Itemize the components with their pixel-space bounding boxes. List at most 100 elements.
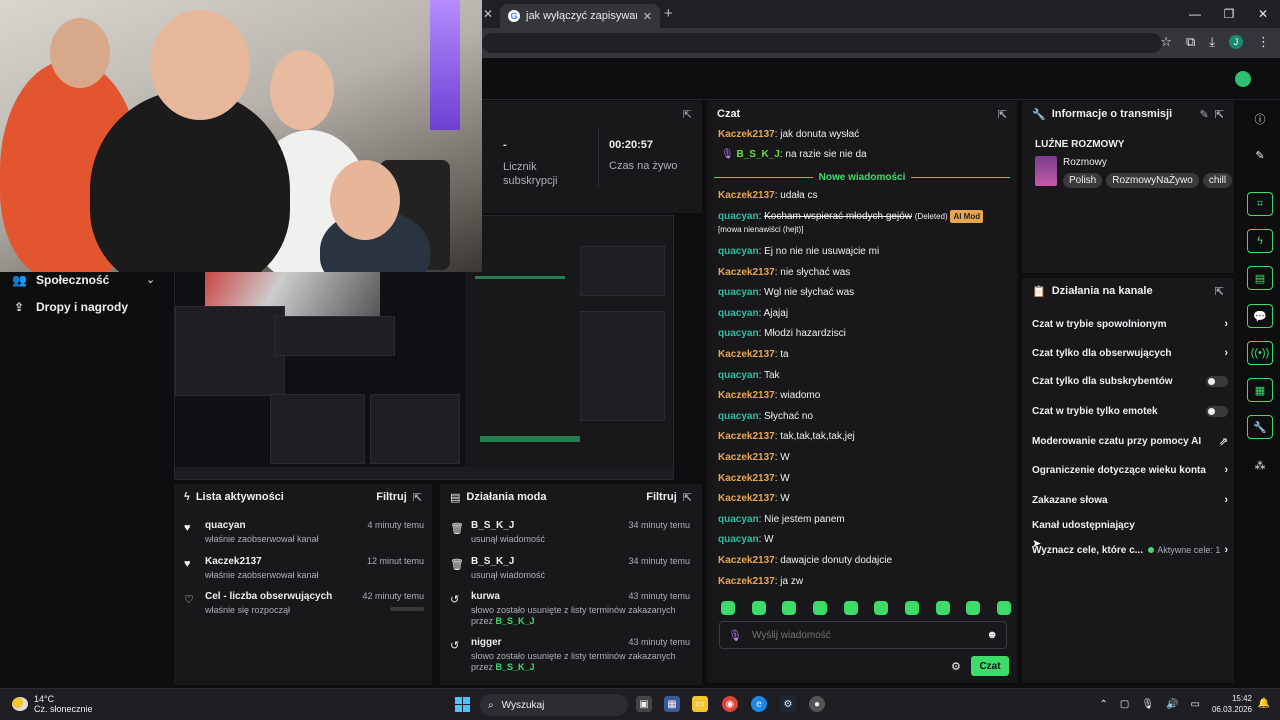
new-tab-button[interactable]: + [664,5,673,22]
emote-icon[interactable] [996,601,1011,615]
channel-action-row[interactable]: Czat w trybie tylko emotek [1032,406,1228,417]
tag-pill[interactable]: RozmowyNaŻywo [1106,173,1199,188]
taskbar-search[interactable]: ⌕ Wyszukaj [480,694,628,716]
chat-username[interactable]: Kaczek2137 [718,267,775,278]
chrome-icon[interactable]: ◉ [722,696,738,712]
chevron-up-icon[interactable]: ⌃ [1100,699,1108,710]
profile-avatar[interactable]: J [1229,35,1243,49]
chevron-down-icon[interactable]: ⌄ [146,273,155,286]
address-bar[interactable] [482,33,1162,53]
emote-icon[interactable] [812,601,827,615]
bookmark-star-icon[interactable]: ☆ [1160,34,1172,50]
popout-icon[interactable]: ⇱ [1215,285,1224,298]
user-avatar[interactable] [1233,69,1253,89]
obs-icon[interactable]: ● [809,696,825,712]
nav-item-community[interactable]: 👥 Społeczność [12,273,109,287]
pencil-icon[interactable]: ✎ [1247,143,1273,167]
emote-icon[interactable] [874,601,889,615]
gear-icon[interactable]: ⚙ [951,660,961,673]
chat-username[interactable]: Kaczek2137 [718,390,775,401]
channel-action-row[interactable]: Czat tylko dla obserwujących › [1032,347,1228,359]
task-view-icon[interactable]: ▣ [636,696,652,712]
close-tab-icon[interactable]: ✕ [643,10,652,23]
edit-icon[interactable]: ✎ [1200,108,1209,121]
toggle-switch[interactable] [1206,376,1228,387]
store-icon[interactable]: ▦ [664,696,680,712]
channel-action-row[interactable]: Moderowanie czatu przy pomocy AI ⇗ [1032,435,1228,448]
file-explorer-icon[interactable]: ▭ [692,696,708,712]
steam-icon[interactable]: ⚙ [780,696,796,712]
clip-icon[interactable]: ⌗ [1247,192,1273,216]
emote-icon[interactable] [935,601,950,615]
emote-icon[interactable] [751,601,766,615]
info-icon[interactable]: ⓘ [1247,107,1273,131]
microphone-icon[interactable]: 🎙 [1141,699,1154,710]
popout-icon[interactable]: ⇱ [683,491,692,504]
chat-username[interactable]: quacyan [718,514,759,525]
microphone-icon[interactable]: 🎙 [728,629,742,642]
nav-item-drops[interactable]: ⇪ Dropy i nagrody [12,300,128,314]
category-name[interactable]: Rozmowy [1063,157,1107,168]
minimize-button[interactable]: — [1178,0,1212,28]
close-window-button[interactable]: ✕ [1246,0,1280,28]
lightning-icon[interactable]: ϟ [1247,229,1273,253]
chat-username[interactable]: Kaczek2137 [718,349,775,360]
chat-input[interactable] [751,629,977,641]
tag-pill[interactable]: Polish [1063,173,1103,188]
battery-icon[interactable]: ▭ [1191,699,1200,710]
chat-username[interactable]: quacyan [718,308,759,319]
chat-username[interactable]: Kaczek2137 [718,473,775,484]
filter-button[interactable]: Filtruj [646,491,677,503]
close-tab-icon[interactable]: ✕ [483,7,493,21]
chat-send-button[interactable]: Czat [971,656,1009,676]
popout-icon[interactable]: ⇱ [683,108,692,121]
extensions-icon[interactable]: ⧉ [1186,34,1195,50]
channel-action-row[interactable]: Ograniczenie dotyczące wieku konta › [1032,464,1228,476]
chat-username[interactable]: quacyan [718,411,759,422]
menu-dots-icon[interactable]: ⋮ [1257,34,1270,50]
chat-username[interactable]: B_S_K_J [736,149,779,160]
popout-icon[interactable]: ⇱ [1215,108,1224,121]
filter-button[interactable]: Filtruj [376,491,407,503]
layout-icon[interactable]: ▦ [1247,378,1273,402]
channel-action-row[interactable]: Kanał udostępniający [1032,520,1228,531]
chat-bubble-icon[interactable]: 💬 [1247,304,1273,328]
channel-action-row[interactable]: Czat w trybie spowolnionym › [1032,318,1228,330]
chat-username[interactable]: quacyan [718,287,759,298]
chat-username[interactable]: quacyan [718,328,759,339]
emote-icon[interactable] [843,601,858,615]
edge-icon[interactable]: e [751,696,767,712]
emote-icon[interactable] [721,601,735,615]
emote-icon[interactable] [966,601,981,615]
tray-app-icon[interactable]: ▢ [1120,699,1129,710]
chat-username[interactable]: Kaczek2137 [718,129,775,140]
clock[interactable]: 15:42 06.03.2026 [1212,693,1252,715]
speaker-icon[interactable]: 🔊 [1166,699,1178,710]
weather-widget[interactable]: 14°C Cz. słonecznie [12,694,93,714]
channel-action-row[interactable]: Wyznacz cele, które c... Aktywne cele: 1 › [1032,544,1228,556]
popout-icon[interactable]: ⇱ [998,108,1007,121]
wrench-icon[interactable]: 🔧 [1247,415,1273,439]
channel-action-row[interactable]: Czat tylko dla subskrybentów [1032,376,1228,387]
start-button[interactable] [455,697,470,712]
chat-username[interactable]: Kaczek2137 [718,190,775,201]
emote-icon[interactable] [904,601,919,615]
browser-tab[interactable]: G jak wyłączyć zapisywanie trans ✕ [500,4,660,28]
chat-username[interactable]: quacyan [718,211,759,222]
moderator-name[interactable]: B_S_K_J [496,662,535,672]
chat-username[interactable]: Kaczek2137 [718,431,775,442]
chat-input-box[interactable]: 🎙 ☻ [719,621,1007,649]
chat-username[interactable]: Kaczek2137 [718,555,775,566]
extensions-icon[interactable]: ⁂ [1247,453,1273,477]
tag-pill[interactable]: chill [1202,173,1233,188]
document-icon[interactable]: ▤ [1247,266,1273,290]
moderator-name[interactable]: B_S_K_J [496,616,535,626]
notification-icon[interactable]: 🔔 [1258,698,1270,709]
maximize-button[interactable]: ❐ [1212,0,1246,28]
emoji-icon[interactable]: ☻ [986,629,998,641]
channel-action-row[interactable]: Zakazane słowa › [1032,494,1228,506]
emote-icon[interactable] [782,601,797,615]
chat-username[interactable]: quacyan [718,370,759,381]
toggle-switch[interactable] [1206,406,1228,417]
download-icon[interactable]: ⤓ [1209,34,1215,50]
